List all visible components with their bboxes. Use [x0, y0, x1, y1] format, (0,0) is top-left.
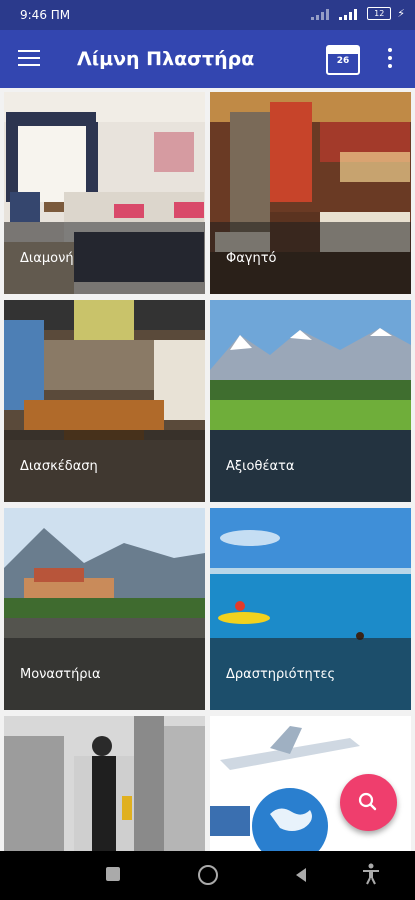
menu-icon[interactable]: [18, 50, 40, 66]
tile-monasteries[interactable]: Μοναστήρια: [4, 508, 205, 710]
tile-label: Φαγητό: [226, 251, 277, 266]
city-shopping-image: [4, 716, 205, 852]
search-button[interactable]: [340, 774, 397, 831]
tile-food[interactable]: Φαγητό: [210, 92, 411, 294]
status-bar: 9:46 ΠΜ 12 ⚡: [0, 0, 415, 30]
more-options-icon[interactable]: [387, 48, 393, 68]
status-time: 9:46 ΠΜ: [20, 8, 71, 22]
tile-shopping[interactable]: [4, 716, 205, 852]
page-title: Λίμνη Πλαστήρα: [77, 48, 255, 70]
tile-label: Διασκέδαση: [20, 459, 98, 474]
tile-activities[interactable]: Δραστηριότητες: [210, 508, 411, 710]
calendar-day: 26: [336, 56, 350, 66]
search-icon: [358, 792, 377, 811]
charging-icon: ⚡: [397, 7, 405, 20]
tile-label: Αξιοθέατα: [226, 459, 295, 474]
system-nav-bar: [0, 851, 415, 900]
wifi-signal-icon: [311, 8, 333, 20]
accessibility-icon[interactable]: [362, 863, 380, 889]
tile-entertainment[interactable]: Διασκέδαση: [4, 300, 205, 502]
tile-label: Δραστηριότητες: [226, 667, 336, 682]
tile-label: Μοναστήρια: [20, 667, 101, 682]
status-icons: 12 ⚡: [311, 7, 405, 20]
tile-sights[interactable]: Αξιοθέατα: [210, 300, 411, 502]
calendar-icon[interactable]: 26: [326, 45, 360, 75]
battery-icon: 12: [367, 7, 392, 20]
cell-signal-icon: [339, 8, 361, 20]
back-icon[interactable]: [294, 867, 308, 887]
app-bar: Λίμνη Πλαστήρα 26: [0, 30, 415, 88]
tile-accommodation[interactable]: Διαμονή: [4, 92, 205, 294]
tile-label: Διαμονή: [20, 251, 74, 266]
home-icon[interactable]: [198, 865, 218, 885]
recents-icon[interactable]: [106, 867, 120, 881]
